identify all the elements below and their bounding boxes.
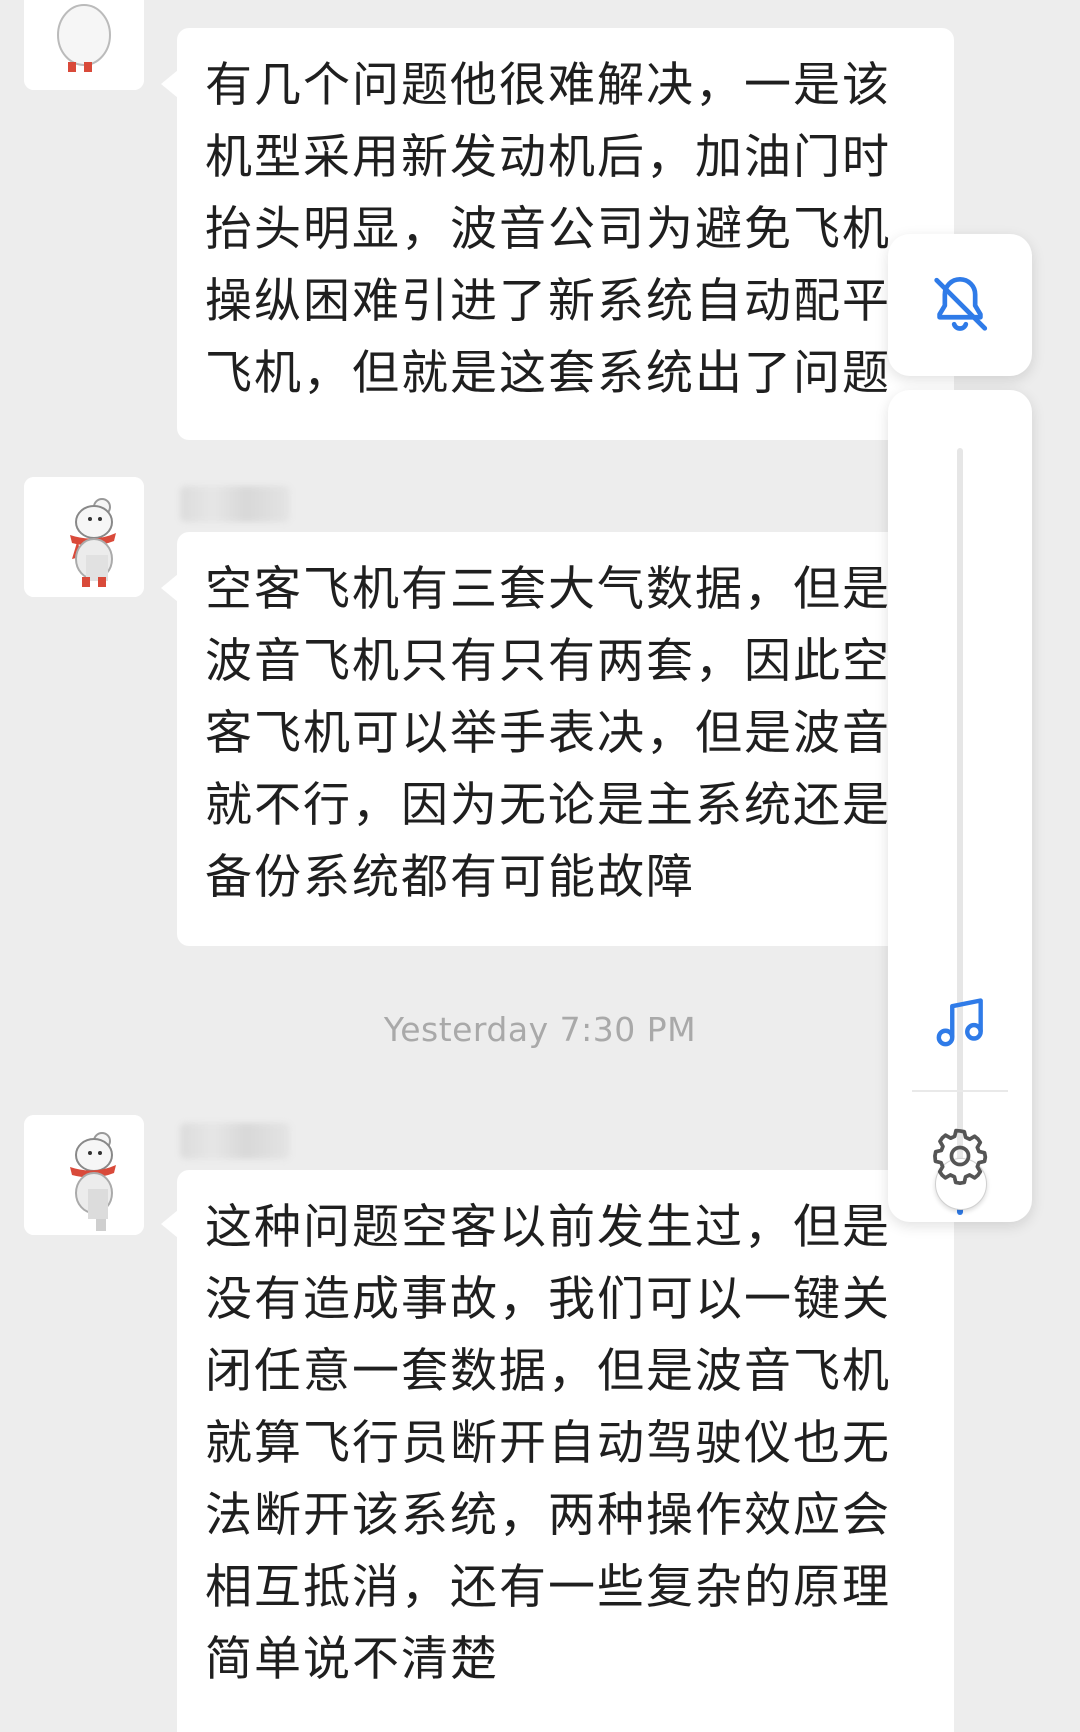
volume-panel — [888, 390, 1032, 1222]
bubble-tail — [161, 70, 178, 98]
message-bubble[interactable]: 有几个问题他很难解决，一是该机型采用新发动机后，加油门时抬头明显，波音公司为避免… — [177, 28, 954, 440]
bubble-tail — [161, 574, 178, 602]
mute-toggle-button[interactable] — [888, 234, 1032, 376]
avatar[interactable] — [24, 1115, 144, 1235]
avatar[interactable] — [24, 477, 144, 597]
message-text: 空客飞机有三套大气数据，但是波音飞机只有只有两套，因此空客飞机可以举手表决，但是… — [205, 562, 891, 905]
message-bubble[interactable]: 空客飞机有三套大气数据，但是波音飞机只有只有两套，因此空客飞机可以举手表决，但是… — [177, 532, 954, 946]
bell-off-icon — [934, 277, 988, 331]
panel-divider — [912, 1090, 1008, 1092]
chat-screen: 有几个问题他很难解决，一是该机型采用新发动机后，加油门时抬头明显，波音公司为避免… — [0, 0, 1080, 1732]
polar-bear-avatar-icon — [24, 1115, 144, 1235]
avatar[interactable] — [24, 0, 144, 90]
media-volume-button[interactable] — [888, 992, 1032, 1054]
sender-name-blurred — [180, 486, 290, 522]
sound-settings-button[interactable] — [888, 1124, 1032, 1188]
gear-icon — [933, 1128, 988, 1186]
bubble-tail — [161, 1210, 178, 1238]
message-text: 有几个问题他很难解决，一是该机型采用新发动机后，加油门时抬头明显，波音公司为避免… — [205, 58, 891, 401]
sender-name-blurred — [180, 1123, 290, 1159]
volume-slider-track[interactable] — [957, 448, 963, 1184]
polar-bear-avatar-icon — [24, 477, 144, 597]
message-text: 这种问题空客以前发生过，但是没有造成事故，我们可以一键关闭任意一套数据，但是波音… — [205, 1200, 891, 1687]
polar-bear-avatar-icon — [24, 0, 144, 90]
music-note-icon — [936, 998, 983, 1047]
message-bubble[interactable]: 这种问题空客以前发生过，但是没有造成事故，我们可以一键关闭任意一套数据，但是波音… — [177, 1170, 954, 1732]
